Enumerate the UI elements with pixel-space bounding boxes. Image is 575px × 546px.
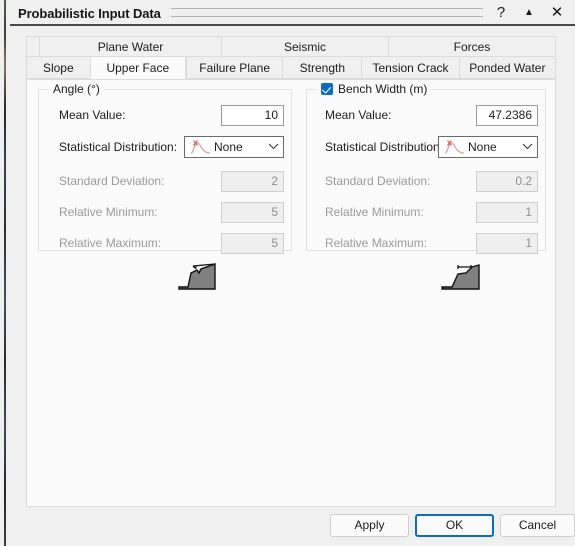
title-bar-buttons: ? ▲ ✕ xyxy=(493,4,575,22)
group-angle-title: Angle (°) xyxy=(53,82,100,96)
tab-failure-plane[interactable]: Failure Plane xyxy=(185,57,283,79)
distribution-curve-icon xyxy=(189,139,211,155)
input-angle-relmax: 5 xyxy=(221,232,284,254)
tab-plane-water[interactable]: Plane Water xyxy=(39,36,221,57)
chevron-down-icon[interactable] xyxy=(517,141,537,153)
label-bench-distribution: Statistical Distribution: xyxy=(325,140,444,154)
tab-upper-face[interactable]: Upper Face xyxy=(89,57,186,79)
input-angle-relmin: 5 xyxy=(221,201,284,223)
label-angle-relmin: Relative Minimum: xyxy=(59,205,158,219)
input-bench-std: 0.2 xyxy=(476,170,538,192)
close-icon[interactable]: ✕ xyxy=(549,4,565,22)
input-angle-mean[interactable]: 10 xyxy=(221,104,284,126)
title-bar: Probabilistic Input Data ? ▲ ✕ xyxy=(10,0,575,26)
row-bench-relmin: Relative Minimum: 1 xyxy=(307,201,545,223)
apply-button[interactable]: Apply xyxy=(330,514,409,537)
group-bench-width-legend: Bench Width (m) xyxy=(317,82,432,96)
row-angle-relmax: Relative Maximum: 5 xyxy=(39,232,291,254)
group-angle: Angle (°) Mean Value: 10 Statistical Dis… xyxy=(38,82,292,254)
label-bench-relmax: Relative Maximum: xyxy=(325,236,428,250)
slope-upper-face-angle-diagram xyxy=(175,260,219,295)
label-bench-relmin: Relative Minimum: xyxy=(325,205,424,219)
tab-content-panel: Angle (°) Mean Value: 10 Statistical Dis… xyxy=(26,79,556,507)
label-angle-relmax: Relative Maximum: xyxy=(59,236,162,250)
tab-strip: Plane Water Seismic Forces Slope Upper F… xyxy=(26,36,556,79)
tab-forces[interactable]: Forces xyxy=(388,36,556,57)
row-bench-mean: Mean Value: 47.2386 xyxy=(307,104,545,126)
tab-tension-crack[interactable]: Tension Crack xyxy=(361,57,459,79)
combo-angle-distribution[interactable]: None xyxy=(184,136,284,158)
checkbox-bench-width[interactable] xyxy=(321,83,333,95)
combo-bench-distribution[interactable]: None xyxy=(438,136,538,158)
row-bench-distribution: Statistical Distribution: None xyxy=(307,136,545,158)
label-angle-std: Standard Deviation: xyxy=(59,174,165,188)
combo-bench-distribution-value: None xyxy=(468,140,497,154)
group-bench-width-title: Bench Width (m) xyxy=(338,82,428,96)
tab-slope[interactable]: Slope xyxy=(26,57,90,79)
row-bench-std: Standard Deviation: 0.2 xyxy=(307,170,545,192)
desktop-edge-strip xyxy=(0,0,10,546)
combo-angle-distribution-value: None xyxy=(214,140,243,154)
label-angle-distribution: Statistical Distribution: xyxy=(59,140,178,154)
group-angle-legend: Angle (°) xyxy=(49,82,104,96)
help-icon[interactable]: ? xyxy=(493,4,509,22)
input-bench-relmax: 1 xyxy=(476,232,538,254)
cancel-button[interactable]: Cancel xyxy=(500,514,575,537)
row-angle-mean: Mean Value: 10 xyxy=(39,104,291,126)
tab-strength[interactable]: Strength xyxy=(282,57,362,79)
group-bench-width: Bench Width (m) Mean Value: 47.2386 Stat… xyxy=(306,82,546,254)
input-bench-mean[interactable]: 47.2386 xyxy=(476,104,538,126)
row-angle-std: Standard Deviation: 2 xyxy=(39,170,291,192)
slope-bench-width-diagram xyxy=(439,260,483,295)
probabilistic-input-data-window: Probabilistic Input Data ? ▲ ✕ Plane Wat… xyxy=(10,0,575,546)
row-angle-distribution: Statistical Distribution: None xyxy=(39,136,291,158)
title-bar-underline xyxy=(10,24,575,26)
title-decorative-rule xyxy=(170,8,483,17)
input-angle-std: 2 xyxy=(221,170,284,192)
tab-seismic[interactable]: Seismic xyxy=(221,36,388,57)
tab-row-bottom: Slope Upper Face Failure Plane Strength … xyxy=(26,57,556,79)
window-title: Probabilistic Input Data xyxy=(18,5,161,21)
row-angle-relmin: Relative Minimum: 5 xyxy=(39,201,291,223)
label-bench-std: Standard Deviation: xyxy=(325,174,431,188)
distribution-curve-icon xyxy=(443,139,465,155)
row-bench-relmax: Relative Maximum: 1 xyxy=(307,232,545,254)
collapse-icon[interactable]: ▲ xyxy=(521,4,537,22)
tab-spacer xyxy=(26,36,39,57)
label-bench-mean: Mean Value: xyxy=(325,108,392,122)
dialog-footer: Apply OK Cancel xyxy=(10,514,575,546)
chevron-down-icon[interactable] xyxy=(263,141,283,153)
ok-button[interactable]: OK xyxy=(415,514,494,537)
label-angle-mean: Mean Value: xyxy=(59,108,126,122)
tab-row-top: Plane Water Seismic Forces xyxy=(26,36,556,57)
tab-ponded-water[interactable]: Ponded Water xyxy=(458,57,556,79)
input-bench-relmin: 1 xyxy=(476,201,538,223)
